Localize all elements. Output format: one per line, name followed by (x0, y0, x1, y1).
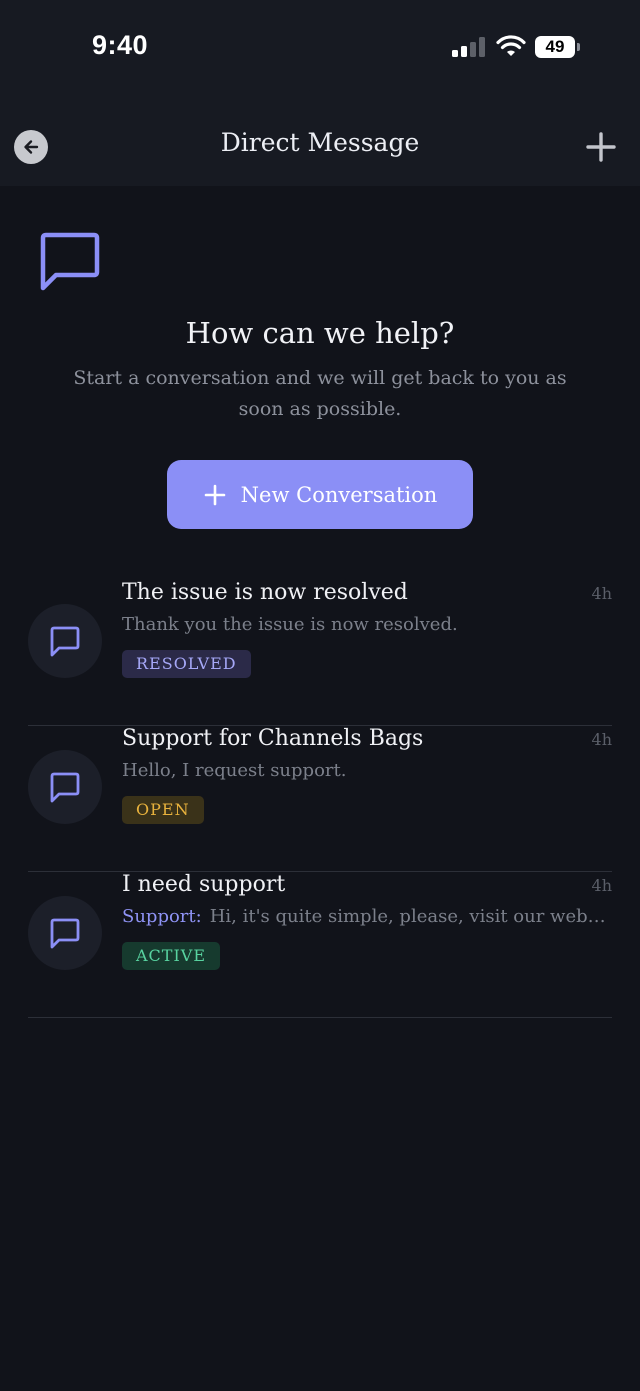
conversation-time: 4h (591, 730, 612, 749)
battery-level: 49 (535, 36, 575, 58)
chat-bubble-icon (40, 232, 100, 291)
status-indicators: 49 (452, 34, 584, 60)
battery-tip (577, 43, 580, 51)
hero-subtitle: Start a conversation and we will get bac… (73, 367, 567, 420)
add-conversation-button[interactable] (586, 132, 616, 162)
new-conversation-button[interactable]: New Conversation (167, 460, 473, 529)
chat-bubble-icon (50, 772, 80, 803)
conversation-item[interactable]: The issue is now resolved 4h Thank you t… (28, 580, 612, 726)
preview-sender: Support: (122, 906, 202, 927)
conversation-avatar (28, 604, 102, 678)
app-header: 9:40 49 Direct Message (0, 0, 640, 186)
cellular-signal-icon (452, 37, 486, 57)
wifi-icon (496, 35, 526, 56)
conversation-time: 4h (591, 584, 612, 603)
conversation-title: I need support (122, 872, 286, 897)
conversation-preview: Hello, I request support. (122, 760, 612, 781)
chat-bubble-icon (50, 918, 80, 949)
conversation-avatar (28, 750, 102, 824)
conversation-title: The issue is now resolved (122, 580, 408, 605)
conversation-preview: Support: Hi, it's quite simple, please, v… (122, 906, 612, 927)
status-badge: RESOLVED (122, 650, 251, 678)
page-title: Direct Message (220, 128, 420, 157)
preview-text: Thank you the issue is now resolved. (122, 614, 458, 635)
conversation-item[interactable]: Support for Channels Bags 4h Hello, I re… (28, 726, 612, 872)
status-badge: OPEN (122, 796, 204, 824)
status-badge: ACTIVE (122, 942, 221, 970)
conversation-avatar (28, 896, 102, 970)
conversation-item[interactable]: I need support 4h Support: Hi, it's quite… (28, 872, 612, 1018)
chat-bubble-icon (50, 626, 80, 657)
plus-icon (204, 484, 225, 505)
conversation-time: 4h (591, 876, 612, 895)
status-time: 9:40 (92, 30, 149, 60)
conversation-preview: Thank you the issue is now resolved. (122, 614, 612, 635)
preview-text: Hi, it's quite simple, please, visit our… (209, 906, 612, 927)
preview-text: Hello, I request support. (122, 760, 347, 781)
screen: 9:40 49 Direct Message How can we help? … (0, 0, 640, 1391)
hero-title: How can we help? (185, 316, 455, 350)
conversation-title: Support for Channels Bags (122, 726, 424, 751)
new-conversation-label: New Conversation (240, 482, 438, 507)
